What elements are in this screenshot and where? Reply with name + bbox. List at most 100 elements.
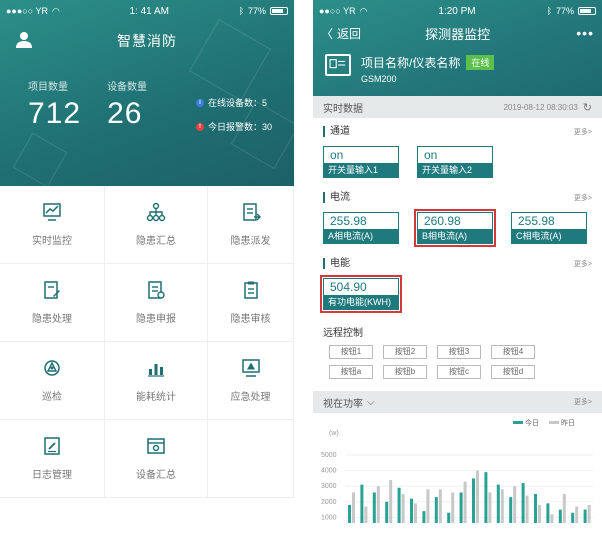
bar — [459, 492, 463, 533]
patrol-icon — [44, 360, 60, 376]
bar — [488, 492, 492, 533]
remote-button-3[interactable]: 按钮3 — [437, 345, 481, 359]
legend-label: 昨日 — [561, 418, 575, 427]
info-dot-icon: i — [196, 98, 204, 107]
alarm-today-item: ! 今日报警数：30 — [196, 120, 272, 133]
bar — [410, 498, 413, 533]
right-screen: ●●○○ YR ◠ 1:20 PM ᛒ 77% 〈 返回 探测器监控 ••• 项… — [313, 0, 602, 551]
bar — [389, 479, 393, 533]
bar — [434, 497, 438, 533]
chevron-left-icon: 〈 — [321, 26, 334, 41]
energy-box: 504.90 有功电能(KWH) — [320, 275, 402, 313]
power-chart: 今日 昨日 (w) 5000 4000 3000 2000 1000 — [313, 413, 602, 533]
chevron-down-icon: ⌵ — [367, 396, 375, 408]
bar — [525, 495, 529, 533]
bar — [496, 484, 500, 533]
bluetooth-icon: ᛒ — [546, 6, 552, 16]
bar — [575, 506, 579, 533]
grid-item-device-summary[interactable]: 设备汇总 — [105, 420, 208, 498]
more-link[interactable]: 更多> — [574, 397, 592, 407]
remote-button-d[interactable]: 按钮d — [491, 365, 535, 379]
clock: 1:20 PM — [438, 5, 476, 17]
grid-item-log[interactable]: 日志管理 — [0, 420, 105, 498]
bar — [352, 492, 355, 533]
battery-text: 77% — [555, 6, 574, 16]
online-devices-item: i 在线设备数：5 — [196, 96, 272, 109]
power-title: 视在功率 — [323, 398, 363, 410]
remote-button-1[interactable]: 按钮1 — [329, 345, 373, 359]
wifi-icon: ◠ — [52, 5, 60, 16]
carrier-text: ●●○○ YR — [319, 6, 356, 16]
remote-button-b[interactable]: 按钮b — [383, 365, 427, 379]
clipboard-icon — [243, 281, 258, 299]
bar — [583, 509, 587, 533]
grid-item-hazard-dispatch[interactable]: 隐患派发 — [208, 186, 294, 264]
remote-section: 远程控制 按钮1 按钮2 按钮3 按钮4 按钮a 按钮b 按钮c 按钮d — [313, 310, 602, 379]
project-count-stat: 项目数量 712 — [28, 82, 82, 130]
power-dropdown[interactable]: 视在功率 ⌵ — [323, 395, 375, 410]
device-name: 项目名称/仪表名称 — [361, 56, 461, 70]
grid-item-empty — [208, 420, 294, 498]
hierarchy-icon — [146, 202, 166, 222]
grid-item-hazard-handle[interactable]: 隐患处理 — [0, 264, 105, 342]
grid-item-hazard-review[interactable]: 隐患审核 — [208, 264, 294, 342]
bar — [550, 514, 554, 533]
realtime-label: 实时数据 — [323, 103, 363, 115]
bar — [472, 478, 475, 533]
y-tick-label: 4000 — [321, 468, 337, 475]
bar — [538, 504, 541, 533]
remote-title: 远程控制 — [323, 328, 363, 339]
refresh-icon[interactable]: ↻ — [583, 101, 592, 114]
more-menu-button[interactable]: ••• — [576, 25, 594, 41]
y-tick-label: 5000 — [321, 452, 337, 459]
power-bar-chart: 今日 昨日 (w) 5000 4000 3000 2000 1000 — [321, 418, 593, 533]
bar — [484, 472, 488, 533]
bar — [401, 494, 405, 533]
wifi-icon: ◠ — [359, 5, 368, 16]
user-icon[interactable] — [14, 30, 34, 50]
grid-item-realtime-monitor[interactable]: 实时监控 — [0, 186, 105, 264]
bar — [372, 492, 376, 533]
grid-item-emergency[interactable]: 应急处理 — [208, 342, 294, 420]
meter-icon — [325, 54, 351, 76]
bar — [438, 489, 442, 533]
bar — [562, 494, 566, 533]
bar — [587, 504, 591, 533]
battery-icon — [578, 7, 596, 15]
report-doc-icon — [148, 281, 165, 299]
remote-button-c[interactable]: 按钮c — [437, 365, 481, 379]
grid-item-patrol[interactable]: 巡检 — [0, 342, 105, 420]
grid-item-hazard-summary[interactable]: 隐患汇总 — [105, 186, 208, 264]
more-link[interactable]: 更多> — [574, 259, 592, 269]
current-box-c: 255.98 C相电流(A) — [511, 212, 587, 244]
legend-swatch — [513, 421, 523, 424]
detector-header: ●●○○ YR ◠ 1:20 PM ᛒ 77% 〈 返回 探测器监控 ••• 项… — [313, 0, 602, 96]
bar — [385, 501, 389, 533]
more-link[interactable]: 更多> — [574, 127, 592, 137]
back-button[interactable]: 〈 返回 — [321, 25, 361, 42]
energy-section: 电能 更多> 504.90 有功电能(KWH) — [313, 244, 602, 313]
status-bar: ●●○○ YR ◠ 1:20 PM ᛒ 77% — [313, 0, 602, 22]
alert-monitor-icon — [241, 359, 260, 377]
device-model: GSM200 — [361, 74, 397, 84]
bar — [571, 512, 575, 533]
bar — [397, 487, 401, 533]
bar — [546, 503, 550, 533]
clock: 1: 41 AM — [129, 5, 169, 17]
remote-button-4[interactable]: 按钮4 — [491, 345, 535, 359]
current-section: 电流 更多> 255.98 A相电流(A) 260.98 B相电流(A) 255… — [313, 178, 602, 247]
section-title: 通道 — [323, 126, 350, 137]
page-title: 探测器监控 — [425, 26, 491, 42]
home-header: ●●●○○ YR ◠ 1: 41 AM ᛒ 77% 智慧消防 项目数量 712 — [0, 0, 294, 186]
more-link[interactable]: 更多> — [574, 193, 592, 203]
bar — [476, 470, 479, 533]
grid-item-hazard-report[interactable]: 隐患申报 — [105, 264, 208, 342]
bar — [513, 486, 517, 533]
function-grid: 实时监控 隐患汇总 隐患派发 隐患处理 隐患申报 隐患审核 巡检 能耗统计 应急… — [0, 186, 294, 498]
device-box-icon — [147, 438, 165, 454]
remote-button-2[interactable]: 按钮2 — [383, 345, 427, 359]
edit-doc-icon — [44, 281, 60, 299]
bar — [534, 494, 537, 533]
grid-item-energy-stats[interactable]: 能耗统计 — [105, 342, 208, 420]
remote-button-a[interactable]: 按钮a — [329, 365, 373, 379]
